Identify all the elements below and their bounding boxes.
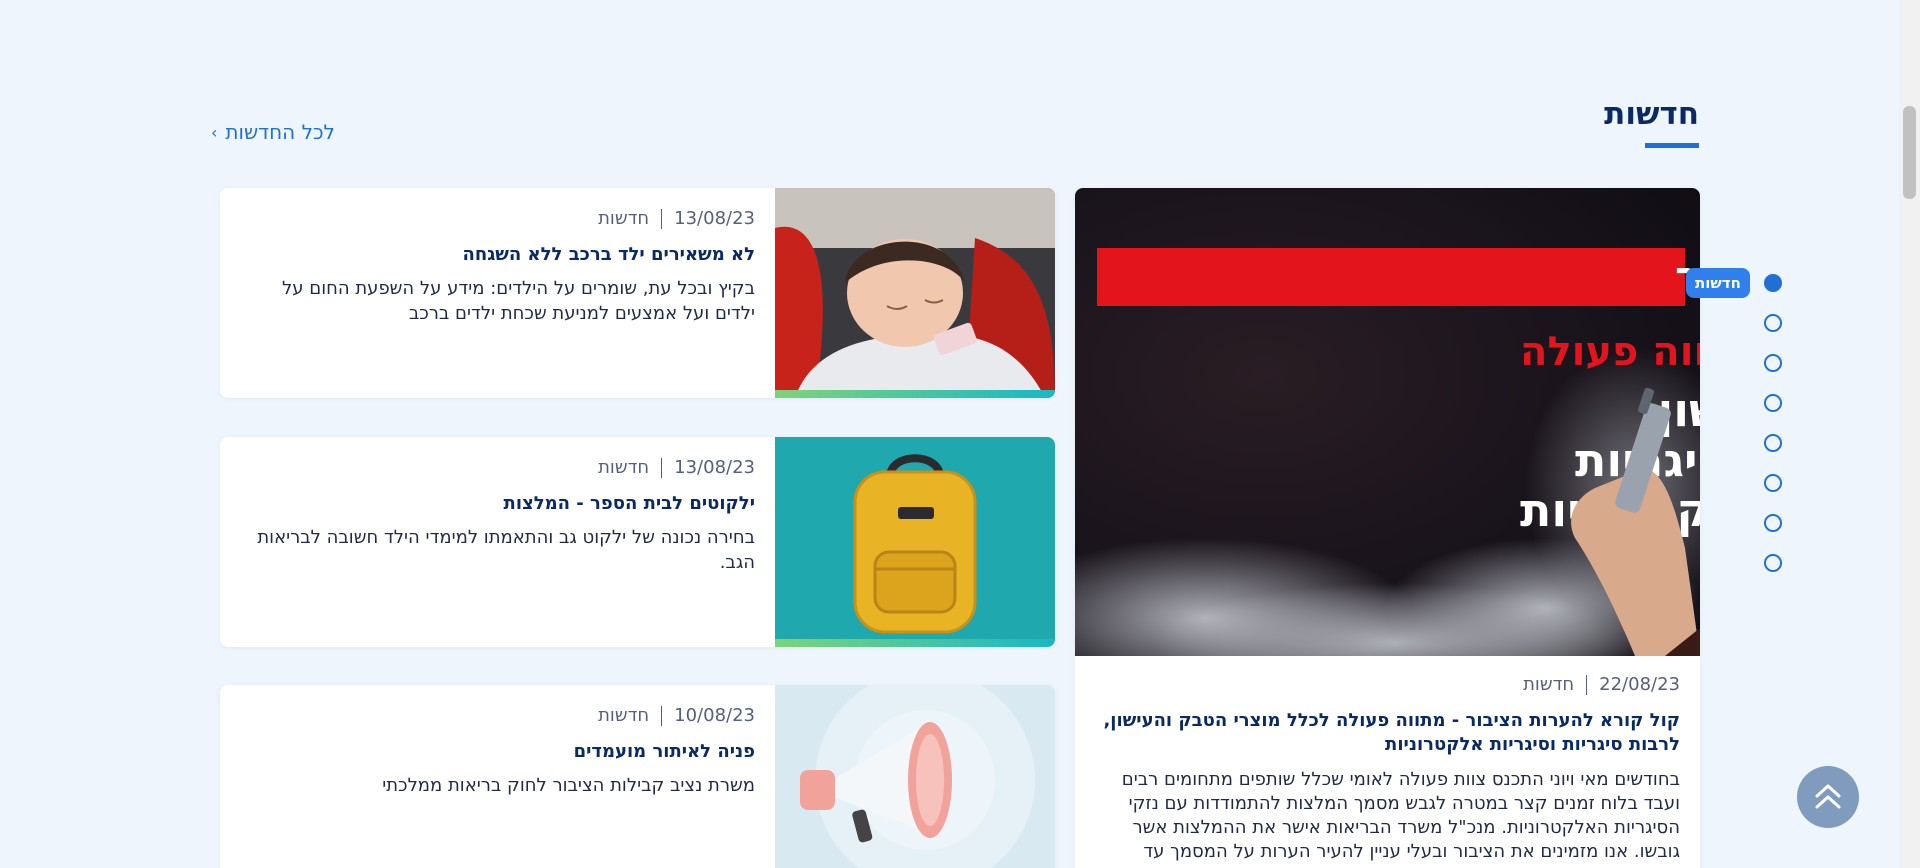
meta-divider bbox=[661, 705, 663, 726]
news-date: 10/08/23 bbox=[674, 705, 755, 726]
image-accent-stripe bbox=[775, 390, 1055, 398]
news-title[interactable]: פניה לאיתור מועמדים bbox=[244, 740, 755, 764]
news-card[interactable]: 13/08/23 חדשות לא משאירים ילד ברכב ללא ה… bbox=[220, 188, 1055, 398]
news-body: משרת נציב קבילות הציבור לחוק בריאות ממלכ… bbox=[382, 775, 755, 797]
featured-news-text: 22/08/23 חדשות קול קורא להערות הציבור - … bbox=[1095, 674, 1680, 865]
news-category: חדשות bbox=[598, 705, 650, 726]
backpack-image bbox=[775, 437, 1055, 647]
featured-news-meta: 22/08/23 חדשות bbox=[1095, 674, 1680, 695]
section-dot[interactable] bbox=[1764, 474, 1782, 492]
section-dot[interactable] bbox=[1764, 514, 1782, 532]
news-date: 13/08/23 bbox=[674, 208, 755, 229]
featured-news-body: בחודשים מאי ויוני התכנס צוות פעולה לאומי… bbox=[1121, 768, 1680, 863]
news-date: 22/08/23 bbox=[1599, 674, 1680, 695]
all-news-label: לכל החדשות bbox=[225, 120, 335, 144]
double-chevron-up-icon bbox=[1815, 784, 1841, 809]
news-body: בחירה נכונה של ילקוט גב והתאמתו למימדי ה… bbox=[257, 527, 755, 573]
news-page: חדשות ‹ לכל החדשות קול קורא להערות הציבו… bbox=[0, 0, 1920, 868]
chevron-left-icon: ‹ bbox=[211, 122, 218, 142]
image-accent-stripe bbox=[775, 639, 1055, 647]
news-meta: 13/08/23 חדשות bbox=[244, 208, 755, 229]
sleeping-child-image bbox=[775, 188, 1055, 398]
section-title-underline bbox=[1645, 143, 1699, 148]
section-dot[interactable] bbox=[1764, 354, 1782, 372]
section-dot[interactable] bbox=[1764, 554, 1782, 572]
news-meta: 10/08/23 חדשות bbox=[244, 705, 755, 726]
news-category: חדשות bbox=[1523, 674, 1575, 695]
active-section-label[interactable]: חדשות bbox=[1686, 268, 1750, 298]
news-body: בקיץ ובכל עת, שומרים על הילדים: מידע על … bbox=[282, 278, 755, 324]
section-title: חדשות bbox=[1604, 96, 1699, 132]
news-meta: 13/08/23 חדשות bbox=[244, 457, 755, 478]
featured-news-card[interactable]: קול קורא להערות הציבור מתווה פעולה למוצר… bbox=[1075, 188, 1700, 868]
meta-divider bbox=[1586, 674, 1588, 695]
news-category: חדשות bbox=[598, 208, 650, 229]
news-card-text: 13/08/23 חדשות לא משאירים ילד ברכב ללא ה… bbox=[244, 208, 755, 326]
featured-news-title[interactable]: קול קורא להערות הציבור - מתווה פעולה לכל… bbox=[1095, 709, 1680, 758]
news-card[interactable]: 13/08/23 חדשות ילקוטים לבית הספר - המלצו… bbox=[220, 437, 1055, 647]
scrollbar-thumb[interactable] bbox=[1903, 106, 1916, 199]
scroll-to-top-button[interactable] bbox=[1797, 766, 1859, 828]
news-date: 13/08/23 bbox=[674, 457, 755, 478]
section-dot-active[interactable] bbox=[1764, 274, 1782, 292]
featured-subtitle-text: מתווה פעולה bbox=[1520, 329, 1700, 375]
page-scrollbar[interactable] bbox=[1899, 0, 1920, 868]
news-card[interactable]: 10/08/23 חדשות פניה לאיתור מועמדים משרת … bbox=[220, 685, 1055, 868]
meta-divider bbox=[661, 457, 663, 478]
news-card-image bbox=[775, 437, 1055, 647]
news-category: חדשות bbox=[598, 457, 650, 478]
section-dot[interactable] bbox=[1764, 314, 1782, 332]
news-card-text: 10/08/23 חדשות פניה לאיתור מועמדים משרת … bbox=[244, 705, 755, 799]
section-dot[interactable] bbox=[1764, 434, 1782, 452]
featured-news-image: קול קורא להערות הציבור מתווה פעולה למוצר… bbox=[1075, 188, 1700, 656]
news-title[interactable]: ילקוטים לבית הספר - המלצות bbox=[244, 492, 755, 516]
megaphone-image bbox=[775, 685, 1055, 868]
featured-hero-art: קול קורא להערות הציבור מתווה פעולה למוצר… bbox=[1075, 248, 1700, 656]
news-card-text: 13/08/23 חדשות ילקוטים לבית הספר - המלצו… bbox=[244, 457, 755, 575]
news-card-image bbox=[775, 188, 1055, 398]
meta-divider bbox=[661, 208, 663, 229]
news-title[interactable]: לא משאירים ילד ברכב ללא השגחה bbox=[244, 243, 755, 267]
all-news-link[interactable]: ‹ לכל החדשות bbox=[211, 120, 335, 144]
news-card-image bbox=[775, 685, 1055, 868]
section-dot[interactable] bbox=[1764, 394, 1782, 412]
